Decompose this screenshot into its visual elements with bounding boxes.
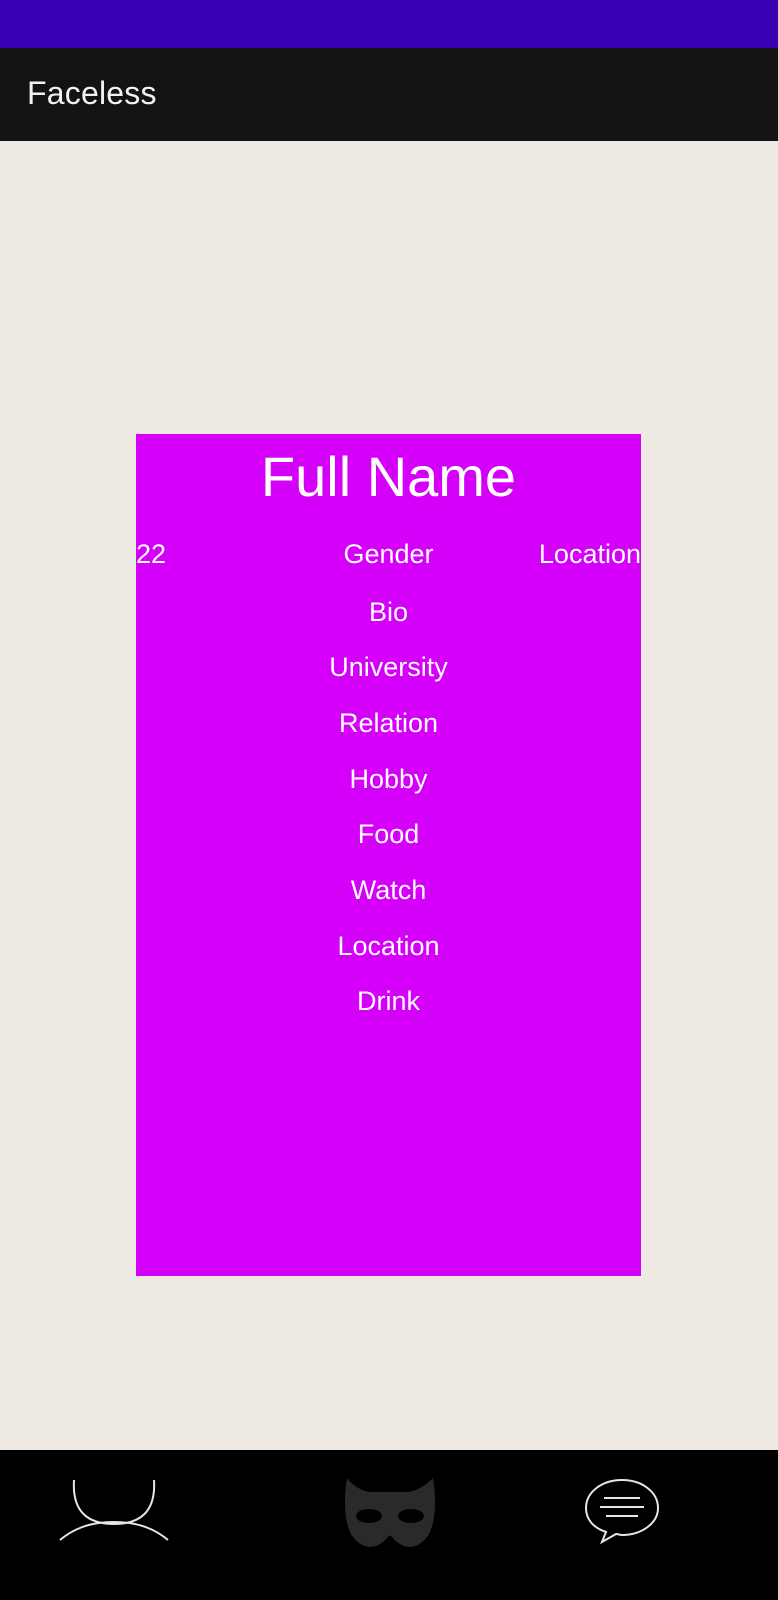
nav-mask-button[interactable] [339, 1472, 439, 1572]
profile-food: Food [357, 819, 420, 849]
profile-watch: Watch [350, 875, 427, 905]
bottom-nav [0, 1450, 778, 1600]
profile-university: University [329, 652, 448, 682]
app-title: Faceless [27, 75, 157, 111]
nav-face-button[interactable] [58, 1472, 170, 1572]
profile-location: Location [538, 539, 641, 569]
chat-bubble-icon [584, 1478, 660, 1545]
face-icon [59, 1479, 169, 1541]
profile-hobby: Hobby [349, 764, 428, 794]
profile-location-field: Location [337, 931, 440, 961]
profile-relation: Relation [338, 708, 439, 738]
profile-bio: Bio [368, 597, 409, 627]
app-bar: Faceless [0, 48, 778, 141]
nav-chat-button[interactable] [582, 1472, 662, 1572]
status-bar [0, 0, 778, 48]
profile-card[interactable]: Full Name 22 Gender Location Bio Univers… [136, 434, 641, 1276]
mask-icon [345, 1478, 435, 1547]
profile-drink: Drink [356, 986, 420, 1016]
profile-full-name: Full Name [260, 445, 517, 508]
profile-info-row: 22 Gender Location [136, 539, 641, 579]
